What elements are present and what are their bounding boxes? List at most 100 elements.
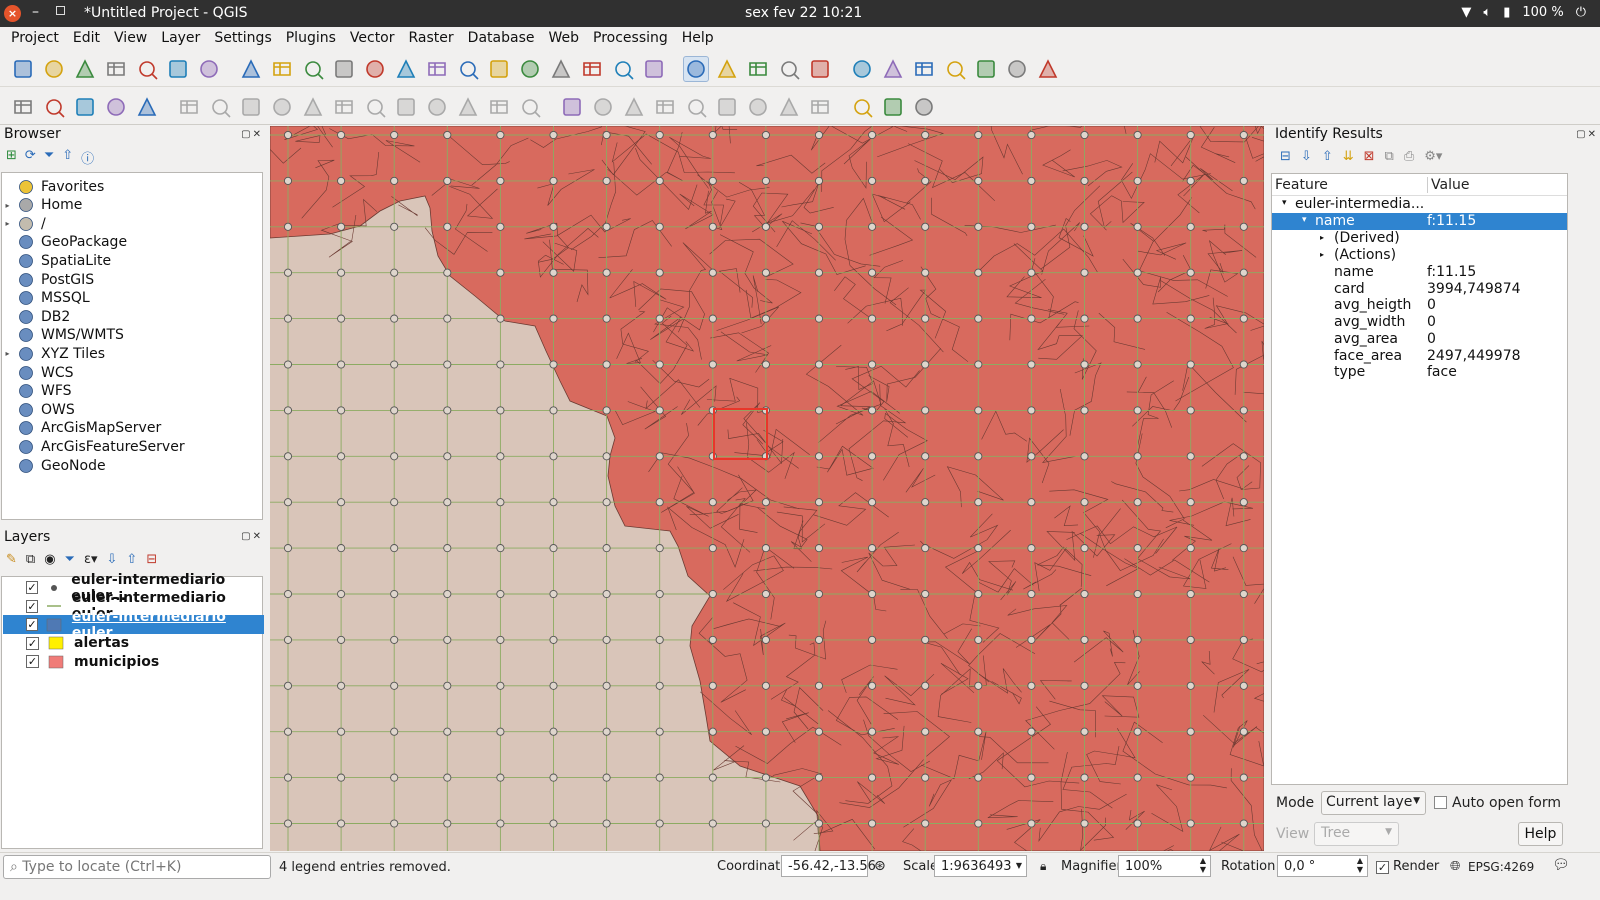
menu-web[interactable]: Web [541, 27, 586, 49]
collapse-all-icon[interactable]: ⇧ [62, 148, 73, 167]
coordinate-field[interactable]: -56.42,-13.56 [781, 855, 876, 877]
pan-icon[interactable] [238, 56, 264, 82]
copy-features-icon[interactable] [424, 94, 450, 120]
spin-arrows-icon[interactable]: ▲ ▼ [1357, 856, 1363, 874]
filter-by-expression-icon[interactable]: ε▾ [84, 552, 98, 567]
map-rendering[interactable] [270, 126, 1264, 851]
wifi-icon[interactable]: ▼ [1461, 5, 1471, 20]
new-geopackage-icon[interactable] [41, 94, 67, 120]
panel-float-close-icon[interactable]: ▢✕ [1576, 129, 1598, 140]
menu-layer[interactable]: Layer [154, 27, 207, 49]
print-icon[interactable]: ⎙ [1404, 149, 1414, 164]
attribute-row[interactable]: name f:11.15 [1272, 264, 1567, 281]
layer-visibility-checkbox[interactable]: ✓ [26, 599, 38, 613]
menu-view[interactable]: View [107, 27, 154, 49]
browser-item[interactable]: ArcGisFeatureServer [2, 437, 262, 456]
attribute-row[interactable]: type face [1272, 364, 1567, 381]
spin-arrows-icon[interactable]: ▲ ▼ [1200, 856, 1206, 874]
select-by-value-icon[interactable] [776, 56, 802, 82]
zoom-to-layer-icon[interactable] [455, 56, 481, 82]
render-checkbox[interactable]: ✓ [1376, 861, 1389, 874]
manage-map-themes-icon[interactable]: ◉ [44, 552, 55, 567]
expand-new-results-icon[interactable]: ⇊ [1343, 149, 1354, 164]
new-bookmark-icon[interactable] [579, 56, 605, 82]
browser-item[interactable]: MSSQL [2, 289, 262, 308]
browser-item[interactable]: ▸ XYZ Tiles [2, 344, 262, 363]
auto-open-checkbox[interactable] [1434, 796, 1447, 809]
browser-item[interactable]: ArcGisMapServer [2, 419, 262, 438]
power-icon[interactable]: ⏻ [1576, 5, 1586, 20]
collapsed-arrow-icon[interactable]: ▸ [1320, 233, 1324, 242]
layer-visibility-checkbox[interactable]: ✓ [26, 581, 38, 594]
layer-visibility-checkbox[interactable]: ✓ [26, 655, 39, 669]
layer-row[interactable]: ✓ alertas [3, 634, 264, 653]
refresh-browser-icon[interactable]: ⟳ [25, 148, 36, 167]
menu-project[interactable]: Project [4, 27, 66, 49]
derived-group-row[interactable]: ▸ (Derived) [1272, 230, 1567, 247]
add-selected-icon[interactable]: ⊞ [6, 148, 17, 167]
crs-button[interactable]: EPSG:4269 [1468, 860, 1534, 874]
identify-feature-row[interactable]: ▾ name f:11.15 [1272, 213, 1567, 230]
add-feature-icon[interactable] [269, 94, 295, 120]
map-tip-icon[interactable] [1004, 56, 1030, 82]
layer-visibility-checkbox[interactable]: ✓ [26, 636, 39, 650]
zoom-native-icon[interactable] [362, 56, 388, 82]
zoom-in-icon[interactable] [300, 56, 326, 82]
show-bookmarks-icon[interactable] [610, 56, 636, 82]
menu-processing[interactable]: Processing [586, 27, 675, 49]
processing-toolbox-icon[interactable] [911, 56, 937, 82]
browser-item[interactable]: WCS [2, 363, 262, 382]
panel-float-close-icon[interactable]: ▢✕ [241, 531, 263, 542]
identify-results-tree[interactable]: Feature Value ▾ euler-intermedia... ▾ na… [1271, 173, 1568, 785]
deselect-icon[interactable] [807, 56, 833, 82]
zoom-full-icon[interactable] [393, 56, 419, 82]
expanded-arrow-icon[interactable]: ▾ [1302, 215, 1307, 225]
scale-combo[interactable]: 1:9636493 ▼ [934, 855, 1027, 877]
expand-all-icon[interactable]: ⇩ [1301, 149, 1312, 164]
layer-visibility-checkbox[interactable]: ✓ [26, 618, 38, 632]
current-edits-icon[interactable] [176, 94, 202, 120]
paste-features-icon[interactable] [455, 94, 481, 120]
browser-item[interactable]: OWS [2, 400, 262, 419]
expand-arrow-icon[interactable]: ▸ [2, 219, 13, 228]
show-hide-labels-icon[interactable] [683, 94, 709, 120]
copy-feature-icon[interactable]: ⧉ [1385, 149, 1394, 164]
menu-settings[interactable]: Settings [207, 27, 278, 49]
minimize-window-icon[interactable]: – [32, 4, 39, 20]
menu-edit[interactable]: Edit [66, 27, 107, 49]
expand-arrow-icon[interactable]: ▸ [2, 349, 13, 358]
expanded-arrow-icon[interactable]: ▾ [1282, 198, 1287, 208]
toggle-editing-icon[interactable] [207, 94, 233, 120]
panel-float-close-icon[interactable]: ▢✕ [241, 129, 263, 140]
refresh-icon[interactable] [641, 56, 667, 82]
statistics-icon[interactable] [942, 56, 968, 82]
attribute-row[interactable]: avg_heigth 0 [1272, 297, 1567, 314]
clear-results-icon[interactable]: ⊠ [1364, 149, 1375, 164]
label-icon[interactable] [559, 94, 585, 120]
browser-item[interactable]: GeoPackage [2, 233, 262, 252]
menu-raster[interactable]: Raster [402, 27, 461, 49]
locator-input[interactable]: Type to locate (Ctrl+K) [22, 859, 181, 875]
delete-selected-icon[interactable] [362, 94, 388, 120]
vertex-tool-icon[interactable] [300, 94, 326, 120]
crs-globe-icon[interactable]: 🌐︎ [1450, 859, 1460, 874]
label-settings-icon[interactable] [807, 94, 833, 120]
properties-icon[interactable]: ⓘ [81, 148, 94, 167]
globe-icon[interactable] [849, 94, 875, 120]
save-edits-icon[interactable] [238, 94, 264, 120]
zoom-next-icon[interactable] [517, 56, 543, 82]
style-layer-icon[interactable]: ✎ [6, 552, 17, 567]
rotate-label-icon[interactable] [745, 94, 771, 120]
battery-icon[interactable]: ▮ [1503, 5, 1510, 20]
maximize-window-icon[interactable] [56, 6, 65, 15]
locator-box[interactable]: ⌕ Type to locate (Ctrl+K) [3, 855, 271, 879]
layers-tree[interactable]: ✓ euler-intermediario euler... ✓ euler-inte… [1, 572, 264, 849]
clock[interactable]: sex fev 22 10:21 [745, 5, 862, 21]
extents-toggle-icon[interactable]: ⊛ [874, 858, 886, 874]
expand-tree-icon[interactable]: ⊟ [1280, 149, 1291, 164]
identify-settings-icon[interactable]: ⚙▾ [1424, 149, 1442, 164]
identify-layer-row[interactable]: ▾ euler-intermedia... [1272, 196, 1567, 213]
modify-attributes-icon[interactable] [331, 94, 357, 120]
whats-this-icon[interactable] [911, 94, 937, 120]
browser-item[interactable]: DB2 [2, 307, 262, 326]
